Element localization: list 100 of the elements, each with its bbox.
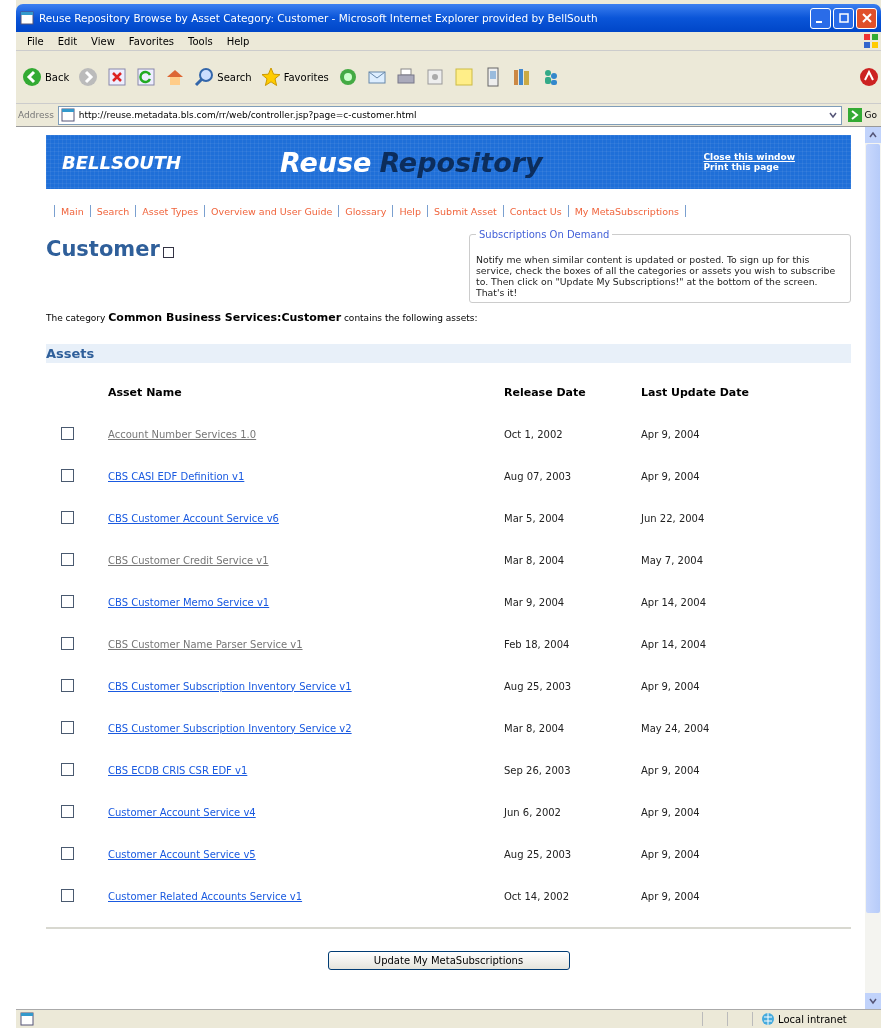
table-cell-text: Aug 07, 2003 [504,470,573,482]
row-checkbox[interactable] [61,594,74,608]
table-cell-text: Apr 14, 2004 [641,638,707,650]
panel-title: Subscriptions On Demand [478,229,611,240]
section-title: Assets [46,346,95,361]
address-field[interactable]: http://reuse.metadata.bls.com/rr/web/controller.jsp?page=c-customer.html [57,105,842,125]
star-icon [260,67,281,87]
subscriptions-text: Notify me when similar content is updated or posted. To sign up for this service, check the boxes of all the categories or assets you wish to subscribe to. Then click on "Update My Subscriptions!" at the bottom of the screen. That's it! [476,254,837,298]
stop-icon[interactable] [107,67,128,87]
table-cell-text: Apr 9, 2004 [641,470,701,482]
row-checkbox[interactable] [61,762,74,776]
scrollbar[interactable] [865,127,881,1009]
site-title: Repository [379,146,543,178]
favorites-button[interactable]: Favorites [260,67,329,87]
minimize-button[interactable] [810,7,831,29]
maximize-button[interactable] [833,7,854,29]
menu-item[interactable]: Favorites [121,35,181,47]
asset-link[interactable]: CBS Customer Account Service v6 [108,512,279,524]
row-checkbox[interactable] [61,720,74,734]
nav-link[interactable]: Main [55,205,90,217]
banner-link[interactable]: Close this window [703,152,795,162]
category-sentence: The category Common Business Services:Customer contains the following assets: [46,311,479,324]
scroll-up-button[interactable] [865,127,881,143]
nav-link[interactable]: Glossary [339,205,393,217]
nav-link[interactable]: Contact Us [503,205,568,217]
asset-link[interactable]: Account Number Services 1.0 [108,428,257,440]
nav-link[interactable]: Help [393,205,428,217]
page-icon [20,1012,34,1026]
row-checkbox[interactable] [61,678,74,692]
books-icon[interactable] [511,67,532,87]
asset-link[interactable]: CBS Customer Subscription Inventory Service v1 [108,680,352,692]
table-cell-text: Aug 25, 2003 [504,680,573,692]
row-checkbox[interactable] [61,510,74,524]
row-checkbox[interactable] [61,804,74,818]
menu-item[interactable]: Edit [50,35,85,47]
nav-link[interactable]: Asset Types [136,205,205,217]
table-cell-text: Oct 1, 2002 [504,428,564,440]
table-cell-text: Aug 25, 2003 [504,848,573,860]
menu-item[interactable]: View [84,35,122,47]
table-cell-text: Mar 8, 2004 [504,554,566,566]
row-checkbox[interactable] [61,426,74,440]
row-checkbox[interactable] [61,552,74,566]
globe-icon [761,1012,775,1026]
update-button[interactable]: Update My MetaSubscriptions [327,951,570,970]
menu-item[interactable]: File [20,35,51,47]
media-icon[interactable] [337,67,358,87]
subscribe-checkbox[interactable] [162,246,174,258]
asset-link[interactable]: CBS CASI EDF Definition v1 [108,470,245,482]
nav-link[interactable]: Submit Asset [428,205,503,217]
address-label: Address [18,110,54,120]
page-heading: Customer [46,237,160,261]
table-cell-text: May 7, 2004 [641,554,705,566]
asset-link[interactable]: CBS Customer Name Parser Service v1 [108,638,303,650]
row-checkbox[interactable] [61,888,74,902]
refresh-icon[interactable] [136,67,157,87]
row-checkbox[interactable] [61,468,74,482]
close-button[interactable] [856,7,877,29]
table-cell-text: Jun 22, 2004 [641,512,706,524]
asset-link[interactable]: Customer Account Service v4 [108,806,256,818]
row-checkbox[interactable] [61,846,74,860]
print-icon[interactable] [395,67,416,87]
nav-link[interactable]: My MetaSubscriptions [568,205,686,217]
asset-link[interactable]: Customer Related Accounts Service v1 [108,890,303,902]
menu-item[interactable]: Tools [181,35,220,47]
dropdown-icon[interactable] [827,110,838,120]
asset-link[interactable]: CBS Customer Subscription Inventory Service v2 [108,722,352,734]
column-header: Last Update Date [641,385,750,399]
nav-link[interactable]: Search [90,205,136,217]
search-button[interactable]: Search [194,67,252,87]
page-icon [60,108,75,122]
minimize-icon [816,21,822,23]
table-cell-text: Apr 9, 2004 [641,848,701,860]
close-icon [861,13,872,23]
nav-link[interactable]: Overview and User Guide [205,205,339,217]
table-cell-text: Apr 9, 2004 [641,764,701,776]
menu-item[interactable]: Help [219,35,257,47]
asset-link[interactable]: CBS ECDB CRIS CSR EDF v1 [108,764,248,776]
table-cell-text: Apr 9, 2004 [641,806,701,818]
back-button[interactable]: Back [22,67,70,87]
table-cell-text: Mar 9, 2004 [504,596,566,608]
table-cell-text: Apr 9, 2004 [641,680,701,692]
asset-link[interactable]: CBS Customer Credit Service v1 [108,554,269,566]
column-header: Release Date [504,385,587,399]
banner-link[interactable]: Print this page [703,162,795,172]
go-arrow-icon [847,108,862,122]
column-header: Asset Name [108,385,183,399]
asset-link[interactable]: CBS Customer Memo Service v1 [108,596,270,608]
table-cell-text: Mar 8, 2004 [504,722,566,734]
zone-label: Local intranet [778,1013,847,1025]
page-icon [20,11,34,25]
maximize-icon [838,13,849,23]
site-title: Reuse [280,146,372,178]
go-button[interactable]: Go [845,108,879,122]
table-cell-text: Oct 14, 2002 [504,890,570,902]
row-checkbox[interactable] [61,636,74,650]
table-cell-text: Sep 26, 2003 [504,764,572,776]
asset-link[interactable]: Customer Account Service v5 [108,848,256,860]
window-title: Reuse Repository Browse by Asset Category: Customer - Microsoft Internet Explorer provided by BellSouth [39,12,598,24]
scroll-down-button[interactable] [865,993,881,1009]
table-cell-text: Apr 14, 2004 [641,596,707,608]
